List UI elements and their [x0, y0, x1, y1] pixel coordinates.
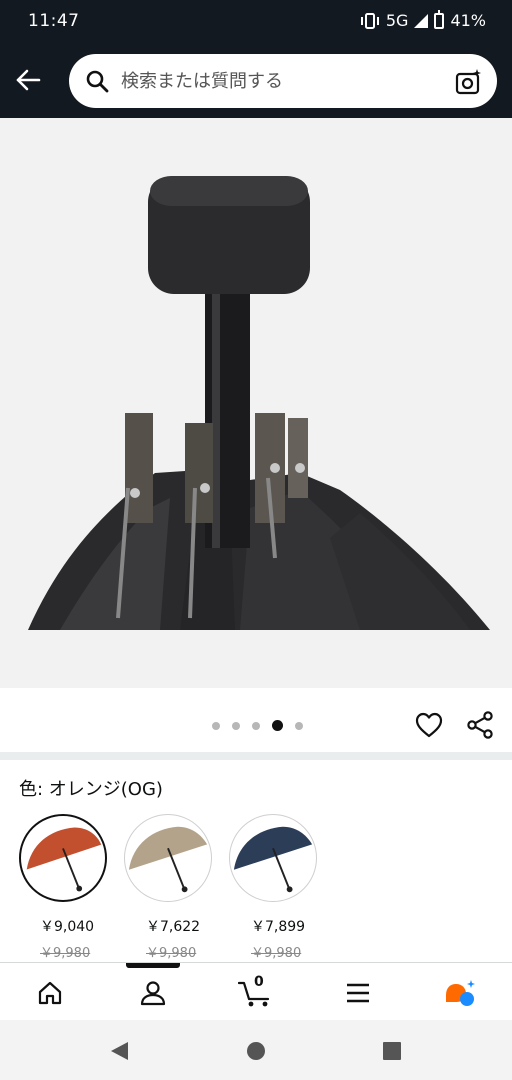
carousel-controls	[0, 688, 512, 752]
status-time: 11:47	[28, 11, 80, 31]
search-box[interactable]	[69, 54, 497, 108]
carousel-dot[interactable]	[252, 721, 260, 730]
status-indicators: 5G 41%	[354, 9, 486, 30]
account-icon	[140, 981, 166, 1006]
camera-search-icon[interactable]	[455, 68, 483, 96]
variant-price: ￥7,899	[251, 919, 306, 935]
umbrella-beige-thumb	[128, 826, 208, 893]
carousel-dot[interactable]	[232, 721, 240, 730]
status-bar: 11:47 5G 41%	[0, 0, 512, 44]
home-icon	[38, 981, 62, 1005]
nav-menu[interactable]	[338, 973, 378, 1013]
cart-count: 0	[254, 974, 264, 990]
system-home-icon[interactable]	[245, 1040, 267, 1062]
network-type: 5G	[385, 11, 409, 30]
signal-icon	[414, 13, 429, 28]
rufus-icon	[446, 980, 475, 1006]
variant-price: ￥9,040	[40, 919, 95, 935]
variant-list-price: ￥9,980	[251, 946, 302, 961]
color-swatch-navy[interactable]	[229, 814, 317, 902]
umbrella-photo	[28, 176, 490, 630]
color-label: 色: オレンジ(OG)	[19, 779, 163, 800]
umbrella-orange-thumb	[26, 827, 102, 892]
carousel-dots	[212, 720, 315, 731]
bottom-nav: 0	[0, 962, 512, 1020]
variant-list-price: ￥9,980	[146, 946, 197, 961]
search-header	[0, 44, 512, 118]
carousel-dot[interactable]	[212, 721, 220, 730]
variant-price: ￥7,622	[146, 919, 201, 935]
umbrella-navy-thumb	[233, 826, 313, 893]
section-divider	[0, 752, 512, 760]
nav-account[interactable]	[133, 973, 173, 1013]
battery-percent: 41%	[450, 11, 486, 30]
menu-icon	[347, 983, 369, 1003]
vibrate-icon	[360, 12, 379, 29]
nav-cart[interactable]: 0	[236, 973, 276, 1013]
product-image[interactable]	[0, 118, 512, 688]
nav-home[interactable]	[30, 973, 70, 1013]
search-icon	[86, 70, 109, 93]
heart-icon[interactable]	[414, 710, 444, 740]
variant-list-price: ￥9,980	[40, 946, 91, 961]
search-input[interactable]	[121, 54, 441, 108]
color-swatch-beige[interactable]	[124, 814, 212, 902]
nav-rufus[interactable]	[440, 973, 480, 1013]
color-swatch-orange[interactable]	[19, 814, 107, 902]
system-nav-bar	[0, 1020, 512, 1080]
carousel-dot[interactable]	[295, 721, 303, 730]
back-button[interactable]	[10, 62, 46, 98]
carousel-dot-active[interactable]	[272, 720, 283, 731]
share-icon[interactable]	[465, 710, 495, 740]
nav-active-indicator	[126, 963, 180, 968]
system-back-icon[interactable]	[108, 1040, 130, 1062]
back-arrow-icon	[16, 69, 41, 91]
battery-icon	[434, 9, 445, 29]
system-recents-icon[interactable]	[381, 1040, 403, 1062]
